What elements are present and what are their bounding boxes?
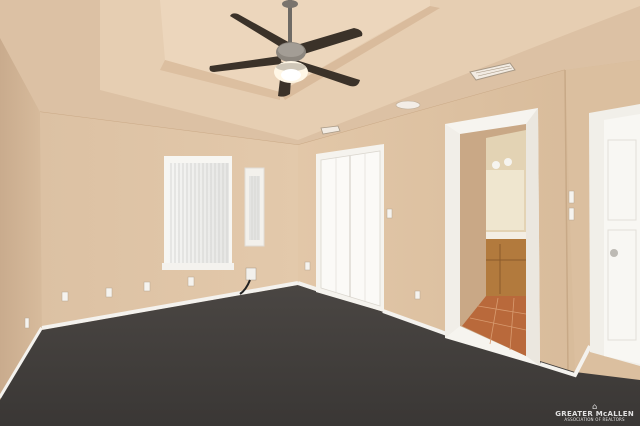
- room-photo: ⌂ GREATER McALLEN ASSOCIATION OF REALTOR…: [0, 0, 640, 426]
- narrow-window: [244, 167, 265, 247]
- smoke-detector: [395, 100, 421, 110]
- window-blinds: [162, 156, 234, 270]
- watermark: ⌂ GREATER McALLEN ASSOCIATION OF REALTOR…: [555, 403, 634, 422]
- room-illustration: [0, 0, 640, 426]
- entry-door: [589, 104, 640, 366]
- bathroom-doorway: [445, 108, 540, 366]
- watermark-subtitle: ASSOCIATION OF REALTORS: [564, 417, 625, 422]
- doorknob-icon: [610, 249, 618, 257]
- closet-doors: [316, 144, 384, 312]
